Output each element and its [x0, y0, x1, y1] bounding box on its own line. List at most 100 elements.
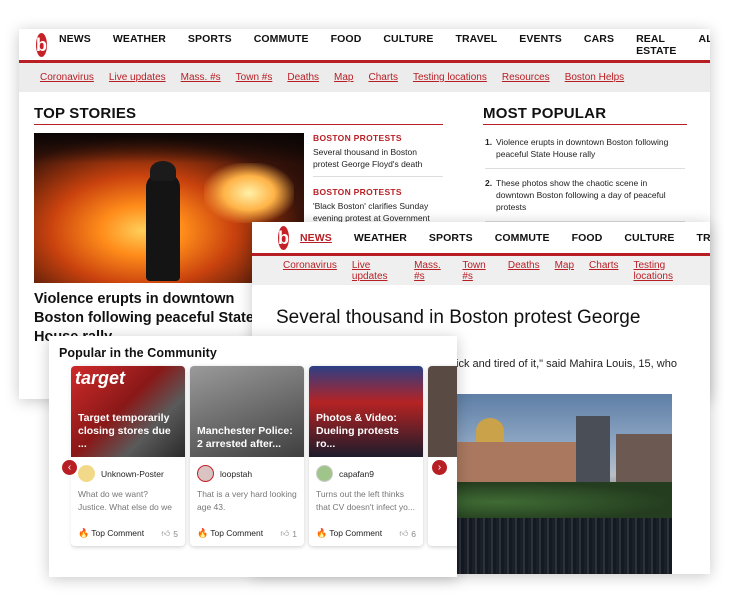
flame-icon: 🔥: [316, 528, 328, 538]
comment-text: What do we want? Justice. What else do w…: [78, 489, 173, 516]
crowd: [456, 518, 672, 574]
story-kicker: BOSTON PROTESTS: [313, 187, 402, 197]
nav-item-culture[interactable]: CULTURE: [624, 232, 674, 244]
card-user[interactable]: Unknown-Poster: [71, 457, 185, 486]
subnav-link-town-s[interactable]: Town #s: [462, 260, 493, 282]
site-logo[interactable]: b: [36, 32, 47, 57]
firefighter-helmet: [150, 161, 176, 181]
top-stories-heading: TOP STORIES: [34, 105, 443, 125]
nav-item-real-estate[interactable]: REAL ESTATE: [636, 33, 676, 57]
chevron-left-icon: ‹: [67, 461, 72, 473]
subnav-link-map[interactable]: Map: [555, 260, 574, 282]
avatar: [78, 465, 95, 482]
nav-item-weather[interactable]: WEATHER: [113, 33, 166, 57]
homepage-subnav: Coronavirus Live updates Mass. #s Town #s De…: [19, 63, 710, 92]
like-button[interactable]: 👍︎ 5: [161, 528, 178, 539]
article-photo[interactable]: [456, 394, 672, 574]
smoke: [34, 133, 304, 163]
most-popular-title[interactable]: Violence erupts in downtown Boston follo…: [496, 136, 685, 160]
nav-item-commute[interactable]: COMMUTE: [495, 232, 550, 244]
card-title: Manchester Police: 2 arrested after...: [197, 425, 293, 450]
card-image: target Target temporarily closing stores…: [71, 366, 185, 457]
thumbs-up-icon: 👍︎: [161, 528, 171, 538]
side-story[interactable]: BOSTON PROTESTS Several thousand in Bosto…: [313, 133, 443, 177]
nav-item-travel[interactable]: TRAVEL: [455, 33, 497, 57]
subnav-link-map[interactable]: Map: [334, 72, 353, 83]
comment-text: That is a very hard looking age 43.: [197, 489, 297, 512]
flame-icon: 🔥: [78, 528, 90, 538]
thumbs-up-icon: 👍︎: [280, 528, 290, 538]
nav-item-food[interactable]: FOOD: [331, 33, 362, 57]
nav-item-food[interactable]: FOOD: [572, 232, 603, 244]
card-image: Manchester Police: 2 arrested after...: [190, 366, 304, 457]
subnav-link-mass-s[interactable]: Mass. #s: [181, 72, 221, 83]
subnav-link-boston-helps[interactable]: Boston Helps: [565, 72, 624, 83]
most-popular-title[interactable]: These photos show the chaotic scene in d…: [496, 177, 685, 213]
nav-item-travel[interactable]: TRAVEL: [696, 232, 710, 244]
nav-item-weather[interactable]: WEATHER: [354, 232, 407, 244]
article-subnav: Coronavirus Live updates Mass. #s Town #s De…: [252, 256, 710, 285]
flame-icon: 🔥: [197, 528, 209, 538]
subnav-link-live-updates[interactable]: Live updates: [109, 72, 166, 83]
most-popular-item[interactable]: 1. Violence erupts in downtown Boston fol…: [485, 133, 685, 169]
nav-item-sports[interactable]: SPORTS: [429, 232, 473, 244]
top-comment-badge: 🔥 Top Comment: [316, 528, 383, 538]
article-quote: ick and tired of it," said Mahira Louis,…: [456, 358, 677, 370]
subnav-link-resources[interactable]: Resources: [502, 72, 550, 83]
nav-item-news[interactable]: NEWS: [59, 33, 91, 57]
story-title[interactable]: Several thousand in Boston protest Georg…: [313, 146, 443, 170]
thumbs-up-icon: 👍︎: [399, 528, 409, 538]
card-user[interactable]: loopstah: [190, 457, 304, 486]
firefighter-figure: [146, 173, 180, 281]
card-title: Target temporarily closing stores due ..…: [78, 412, 171, 450]
left-fade: [49, 366, 71, 548]
card-image: Photos & Video: Dueling protests ro...: [309, 366, 423, 457]
carousel-prev-button[interactable]: ‹: [62, 460, 77, 475]
community-card[interactable]: Manchester Police: 2 arrested after... l…: [190, 366, 304, 546]
state-house-dome: [476, 418, 504, 444]
subnav-link-mass-s[interactable]: Mass. #s: [414, 260, 447, 282]
chevron-right-icon: ›: [437, 461, 442, 473]
building-tower: [576, 416, 610, 486]
community-card[interactable]: target Target temporarily closing stores…: [71, 366, 185, 546]
nav-item-culture[interactable]: CULTURE: [383, 33, 433, 57]
site-logo[interactable]: b: [278, 225, 289, 250]
subnav-link-charts[interactable]: Charts: [589, 260, 618, 282]
community-card-partial[interactable]: [428, 366, 457, 546]
subnav-link-testing-locations[interactable]: Testing locations: [633, 260, 695, 282]
article-headline: Several thousand in Boston protest Georg…: [276, 307, 641, 328]
story-title[interactable]: 'Black Boston' clarifies Sunday evening …: [313, 200, 443, 224]
nav-item-cars[interactable]: CARS: [584, 33, 614, 57]
homepage-nav: b NEWS WEATHER SPORTS COMMUTE FOOD CULTURE TRA…: [19, 29, 710, 63]
subnav-link-deaths[interactable]: Deaths: [508, 260, 540, 282]
target-sign: target: [75, 368, 126, 388]
subnav-link-coronavirus[interactable]: Coronavirus: [40, 72, 94, 83]
subnav-link-coronavirus[interactable]: Coronavirus: [283, 260, 337, 282]
like-button[interactable]: 👍︎ 1: [280, 528, 297, 539]
subnav-link-deaths[interactable]: Deaths: [287, 72, 319, 83]
rank-number: 2.: [485, 178, 493, 188]
nav-item-events[interactable]: EVENTS: [519, 33, 562, 57]
top-comment-badge: 🔥 Top Comment: [78, 528, 145, 538]
rank-number: 1.: [485, 137, 493, 147]
nav-item-sports[interactable]: SPORTS: [188, 33, 232, 57]
community-card[interactable]: Photos & Video: Dueling protests ro... c…: [309, 366, 423, 546]
subnav-link-testing-locations[interactable]: Testing locations: [413, 72, 487, 83]
carousel-next-button[interactable]: ›: [432, 460, 447, 475]
most-popular-heading: MOST POPULAR: [483, 105, 687, 125]
community-heading: Popular in the Community: [59, 346, 217, 360]
trees: [456, 482, 672, 522]
username: loopstah: [220, 468, 253, 479]
subnav-link-charts[interactable]: Charts: [368, 72, 397, 83]
nav-item-commute[interactable]: COMMUTE: [254, 33, 309, 57]
card-title: Photos & Video: Dueling protests ro...: [316, 412, 399, 450]
flames-glow: [204, 163, 294, 223]
most-popular-item[interactable]: 2. These photos show the chaotic scene in…: [485, 174, 685, 222]
nav-item-news[interactable]: NEWS: [300, 232, 332, 244]
like-button[interactable]: 👍︎ 6: [399, 528, 416, 539]
subnav-link-town-s[interactable]: Town #s: [236, 72, 273, 83]
username: Unknown-Poster: [101, 468, 164, 479]
nav-item-all[interactable]: ALL: [699, 33, 710, 57]
subnav-link-live-updates[interactable]: Live updates: [352, 260, 399, 282]
card-user[interactable]: capafan9: [309, 457, 423, 486]
